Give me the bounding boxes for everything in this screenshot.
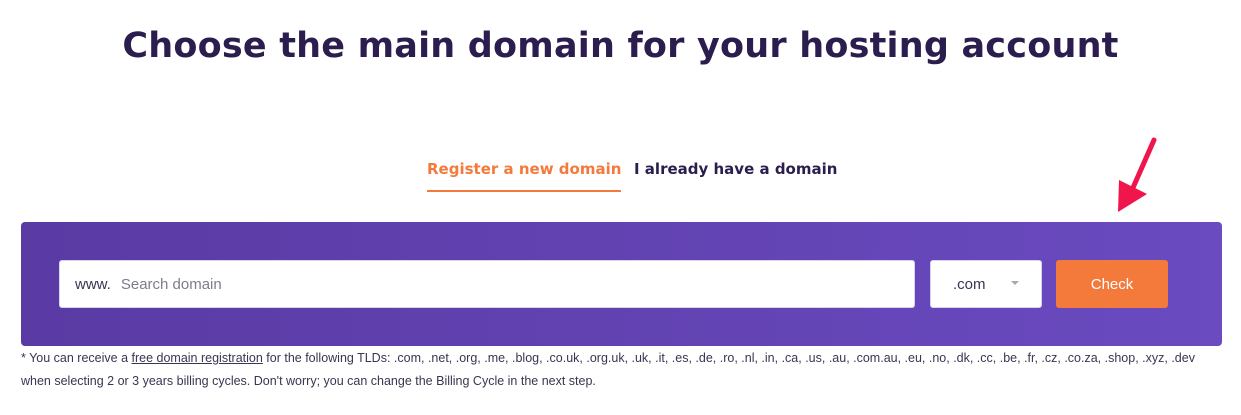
page-title: Choose the main domain for your hosting … <box>122 26 1119 66</box>
tab-existing-domain[interactable]: I already have a domain <box>634 160 837 190</box>
tld-select[interactable]: .com <box>930 260 1042 308</box>
free-domain-registration-link[interactable]: free domain registration <box>132 351 263 365</box>
domain-tabs: Register a new domain I already have a d… <box>0 160 1241 196</box>
check-button[interactable]: Check <box>1056 260 1168 308</box>
tab-register-new-domain[interactable]: Register a new domain <box>427 160 622 192</box>
free-domain-note: * You can receive a free domain registra… <box>21 347 1226 393</box>
tld-selected-value: .com <box>953 276 986 293</box>
chevron-down-icon <box>1011 281 1019 285</box>
note-prefix: * You can receive a <box>21 351 132 365</box>
domain-search-input[interactable] <box>118 274 883 294</box>
www-prefix: www. <box>75 275 111 293</box>
domain-search-panel: www. .com Check <box>21 222 1222 346</box>
page: Choose the main domain for your hosting … <box>0 0 1241 415</box>
arrow-down-left-icon <box>1118 137 1157 212</box>
domain-search-field[interactable]: www. <box>59 260 915 308</box>
